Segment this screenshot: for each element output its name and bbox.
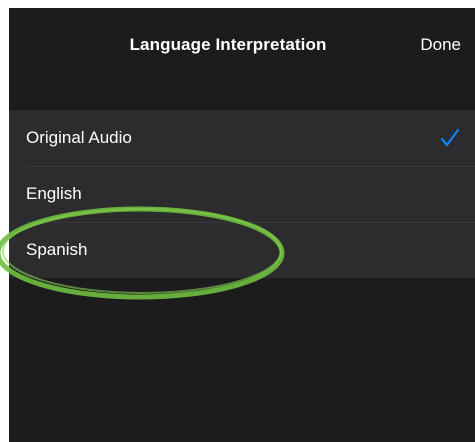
language-list: Original Audio English Spanish <box>9 110 475 278</box>
language-option-label: Spanish <box>26 240 88 259</box>
language-option-label: English <box>26 184 82 203</box>
navigation-bar: Language Interpretation Done <box>9 8 475 84</box>
language-option-original-audio[interactable]: Original Audio <box>9 110 475 166</box>
language-option-label: Original Audio <box>26 128 132 147</box>
page-title: Language Interpretation <box>129 35 327 54</box>
done-button[interactable]: Done <box>420 35 461 55</box>
language-option-spanish[interactable]: Spanish <box>9 222 475 278</box>
language-option-english[interactable]: English <box>9 166 475 222</box>
checkmark-icon <box>440 128 460 147</box>
interpretation-screen: Language Interpretation Done Original Au… <box>9 8 475 442</box>
